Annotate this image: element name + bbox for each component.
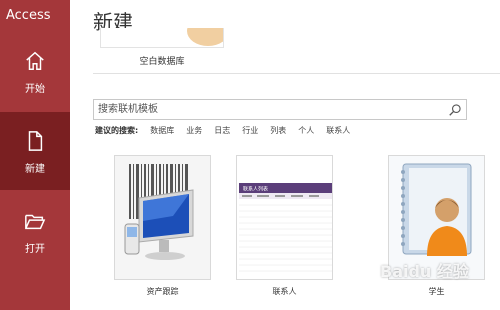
app-title: Access	[6, 8, 51, 23]
contact-list-preview: 联系人列表	[237, 156, 363, 279]
template-label: 资产跟踪	[146, 287, 179, 296]
search-input[interactable]	[98, 102, 438, 117]
blank-database-thumbnail	[187, 28, 223, 46]
blank-database-label: 空白数据库	[139, 57, 185, 67]
template-card-asset-tracking[interactable]	[114, 155, 211, 280]
sidebar-item-label: 开始	[25, 84, 45, 95]
barcode-monitor-icon	[115, 156, 210, 279]
sidebar-item-open[interactable]: 打开	[0, 210, 70, 270]
sidebar-item-label: 打开	[25, 244, 45, 255]
contact-preview-title: 联系人列表	[243, 186, 268, 193]
suggested-label: 建议的搜索:	[95, 126, 139, 135]
divider	[93, 73, 500, 74]
sidebar-item-home[interactable]: 开始	[0, 50, 70, 110]
open-folder-icon	[25, 214, 46, 230]
suggested-link[interactable]: 业务	[186, 125, 202, 136]
access-backstage: Access 开始 新建 打开 新建 空白数据库 搜索联机模板 建议的搜索: 数…	[0, 0, 500, 310]
watermark: Baidu 经验	[380, 262, 469, 281]
suggested-searches: 建议的搜索: 数据库 业务 日志 行业 列表 个人 联系人	[95, 125, 350, 136]
suggested-link[interactable]: 数据库	[150, 125, 174, 136]
template-label: 学生	[428, 287, 445, 296]
new-document-icon	[28, 131, 43, 151]
search-icon[interactable]	[448, 103, 462, 117]
suggested-link[interactable]: 行业	[242, 125, 258, 136]
suggested-link[interactable]: 日志	[214, 125, 230, 136]
template-label: 联系人	[272, 287, 297, 296]
suggested-link[interactable]: 联系人	[326, 125, 350, 136]
template-search-box[interactable]	[93, 99, 467, 120]
sidebar: Access 开始 新建 打开	[0, 0, 70, 310]
sidebar-item-new[interactable]: 新建	[0, 112, 70, 190]
suggested-link[interactable]: 个人	[298, 125, 314, 136]
home-icon	[26, 51, 44, 70]
suggested-link[interactable]: 列表	[270, 125, 286, 136]
sidebar-item-label: 新建	[25, 164, 45, 175]
blank-database-card[interactable]	[100, 28, 224, 48]
template-card-contacts[interactable]: 联系人列表	[236, 155, 363, 280]
